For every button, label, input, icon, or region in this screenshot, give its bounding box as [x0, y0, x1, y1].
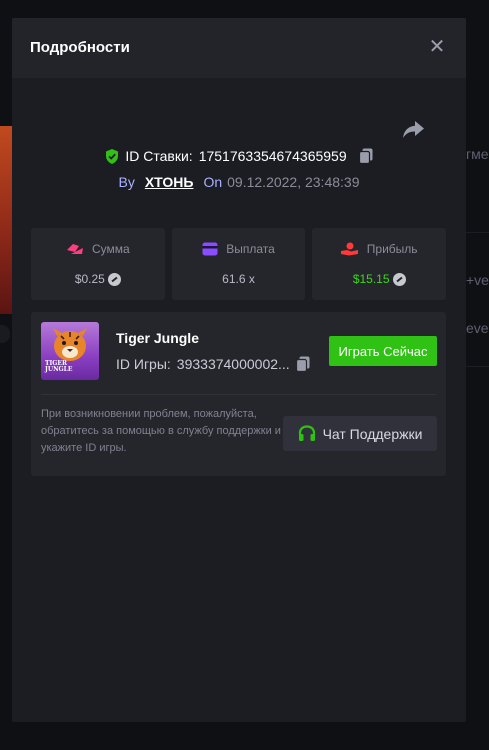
- game-id-value: 3933374000002...: [176, 356, 290, 372]
- background-text: eve: [466, 320, 489, 336]
- by-label: By: [118, 174, 135, 190]
- share-icon[interactable]: [401, 118, 427, 140]
- money-icon: [66, 244, 83, 254]
- stat-amount-label: Сумма: [91, 242, 130, 256]
- game-thumbnail[interactable]: TIGER JUNGLE: [41, 322, 99, 380]
- stat-amount-value: $0.25: [74, 272, 105, 286]
- stat-profit: Прибыль $15.15: [312, 228, 447, 300]
- play-now-button[interactable]: Играть Сейчас: [329, 336, 437, 366]
- background-divider: [466, 232, 489, 233]
- close-button[interactable]: ✕: [426, 36, 448, 58]
- shield-check-icon: [106, 148, 119, 164]
- support-help-text: При возникновении проблем, пожалуйста, о…: [41, 408, 281, 454]
- background-text: гмеі: [466, 146, 489, 162]
- stat-amount: Сумма $0.25: [31, 228, 165, 300]
- game-card: TIGER JUNGLE Tiger Jungle ID Игры: 39333…: [31, 312, 446, 476]
- close-icon: ✕: [428, 36, 446, 58]
- coin-icon: [107, 272, 121, 286]
- bet-id-value: 1751763354674365959: [198, 148, 347, 164]
- game-id-row: ID Игры: 3933374000002...: [116, 356, 310, 372]
- stat-payout-label: Выплата: [226, 242, 275, 256]
- modal-header: Подробности ✕: [12, 18, 466, 78]
- bet-id-row: ID Ставки: 1751763354674365959: [12, 148, 466, 164]
- game-thumbnail-title: TIGER JUNGLE: [45, 360, 73, 373]
- bet-meta-row: By ХТОНЬ On 09.12.2022, 23:48:39: [12, 174, 466, 190]
- copy-icon[interactable]: [295, 356, 310, 372]
- copy-icon[interactable]: [358, 148, 373, 164]
- bet-date: 09.12.2022, 23:48:39: [227, 174, 360, 190]
- user-link[interactable]: ХТОНЬ: [145, 174, 194, 190]
- stat-payout: Выплата 61.6 x: [171, 228, 306, 300]
- bet-details-modal: Подробности ✕ ID Ставки: 175176335467436…: [12, 18, 466, 722]
- background-game-thumbnail: [0, 126, 12, 314]
- card-icon: [202, 242, 218, 256]
- stat-payout-value: 61.6 x: [222, 272, 255, 286]
- on-label: On: [203, 174, 223, 190]
- background-divider: [466, 366, 489, 367]
- bet-id-label: ID Ставки:: [125, 148, 193, 164]
- background-scroll-element: [0, 325, 10, 343]
- headphones-icon: [298, 425, 315, 441]
- stat-profit-label: Прибыль: [366, 242, 418, 256]
- hand-coin-icon: [340, 242, 358, 256]
- modal-body: ID Ставки: 1751763354674365959 By ХТОНЬ …: [12, 78, 466, 722]
- card-divider: [41, 394, 436, 395]
- support-chat-label: Чат Поддержки: [322, 425, 423, 442]
- stat-profit-value: $15.15: [352, 272, 390, 286]
- game-name: Tiger Jungle: [116, 330, 199, 346]
- modal-title: Подробности: [30, 39, 130, 56]
- game-id-label: ID Игры:: [116, 356, 171, 372]
- background-text: +ve: [466, 272, 489, 288]
- bet-stats: Сумма $0.25 Выплата 61.6 x Прибыль $15.1…: [31, 228, 447, 300]
- support-chat-button[interactable]: Чат Поддержки: [283, 416, 437, 451]
- coin-icon: [392, 272, 406, 286]
